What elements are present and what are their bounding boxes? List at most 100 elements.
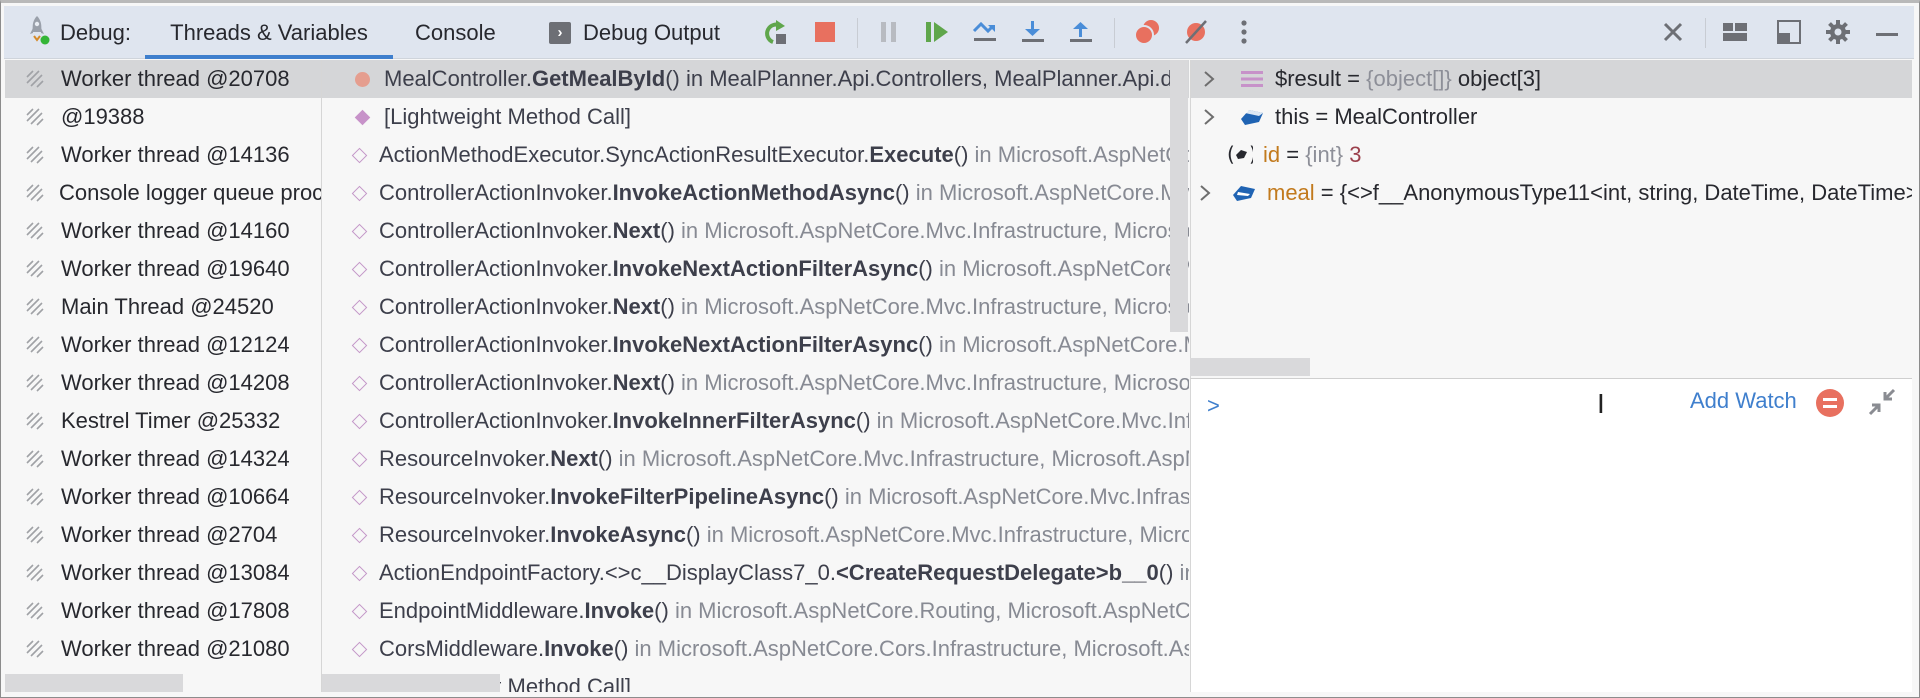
frame-row[interactable]: ControllerActionInvoker. Next() in Micros… (322, 364, 1189, 402)
frame-location: in Microsoft.AspNetCore.Mvc.Infrastructu… (915, 180, 1189, 205)
variable-row[interactable]: this = MealController (1191, 98, 1912, 136)
frame-parens: () (685, 522, 701, 547)
frame-row[interactable]: ResourceInvoker. InvokeFilterPipelineAsyn… (322, 478, 1189, 516)
svg-text:): ) (1249, 144, 1253, 166)
close-button[interactable] (1656, 17, 1690, 51)
frame-location: in Microsoft.AspNetCore.Mvc.Infrastructu… (681, 294, 1189, 319)
thread-row[interactable]: Console logger queue processing thread (5, 174, 321, 212)
svg-text:(: ( (1227, 144, 1235, 166)
watch-input-area[interactable]: > (1190, 378, 1912, 692)
thread-label: Worker thread @2704 (61, 522, 278, 547)
rerun-icon (761, 18, 789, 51)
step-out-button[interactable] (1064, 17, 1098, 51)
frame-method: Invoke (544, 636, 614, 661)
frame-row[interactable]: ControllerActionInvoker. InvokeInnerFilte… (322, 402, 1189, 440)
parameter-icon: () (1227, 144, 1253, 166)
frame-row[interactable]: ControllerActionInvoker. InvokeNextAction… (322, 250, 1189, 288)
resume-icon (925, 21, 949, 48)
frame-row[interactable]: ControllerActionInvoker. InvokeNextAction… (322, 326, 1189, 364)
frame-method: GetMealById (531, 66, 666, 91)
thread-row[interactable]: Worker thread @10664 (5, 478, 321, 516)
tab-debug-output[interactable]: › Debug Output (529, 6, 740, 59)
frame-class: ActionEndpointFactory.<>c__DisplayClass7… (379, 560, 836, 585)
tab-console[interactable]: Console (395, 6, 516, 59)
rerun-button[interactable] (758, 17, 792, 51)
frame-row[interactable]: ActionEndpointFactory.<>c__DisplayClass7… (322, 554, 1189, 592)
frame-method: InvokeFilterPipelineAsync (550, 484, 825, 509)
variable-row[interactable]: $result = {object[]} object[3] (1191, 60, 1912, 98)
frames-list: MealController. GetMealById() in MealPlan… (322, 60, 1189, 692)
variable-row[interactable]: meal = {<>f__AnonymousType11<int, string… (1191, 174, 1912, 212)
step-into-button[interactable] (1016, 17, 1050, 51)
frame-icon (351, 413, 368, 429)
add-watch-link[interactable]: Add Watch (1690, 388, 1797, 414)
frame-icon (351, 299, 368, 315)
variables-horizontal-scrollbar[interactable] (1190, 358, 1310, 376)
terminal-icon: › (549, 21, 571, 44)
thread-row[interactable]: Worker thread @14208 (5, 364, 321, 402)
frames-vertical-scrollbar[interactable] (1170, 60, 1188, 332)
expand-chevron-icon[interactable] (1199, 70, 1219, 88)
frame-row[interactable]: [Lightweight Method Call] (322, 98, 1189, 136)
thread-row[interactable]: Worker thread @12124 (5, 326, 321, 364)
thread-row[interactable]: @19388 (5, 98, 321, 136)
settings-button[interactable] (1821, 17, 1855, 51)
frame-row[interactable]: EndpointMiddleware. Invoke() in Microsoft… (322, 592, 1189, 630)
mute-breakpoints-button[interactable] (1179, 17, 1213, 51)
thread-row[interactable]: Worker thread @14136 (5, 136, 321, 174)
frame-location: in Microsoft.AspNetCore.Mvc.Infrastructu… (618, 446, 1189, 471)
frame-parens: () (918, 256, 933, 281)
variable-name: this (1275, 104, 1310, 129)
thread-row[interactable]: Worker thread @13084 (5, 554, 321, 592)
frame-row[interactable]: MealController. GetMealById() in MealPlan… (322, 60, 1189, 98)
frame-parens: () (1158, 560, 1174, 585)
frame-location: in Microsoft.AspNetCore.Mvc.Infrastructu… (876, 408, 1189, 433)
frame-row[interactable]: ActionMethodExecutor.SyncActionResultExe… (322, 136, 1189, 174)
variable-row[interactable]: () id = {int} 3 (1191, 136, 1912, 174)
frame-icon (351, 337, 368, 353)
thread-row[interactable]: Worker thread @14324 (5, 440, 321, 478)
threads-horizontal-scrollbar[interactable] (5, 674, 183, 692)
frame-method: <CreateRequestDelegate>b__0 (835, 560, 1159, 585)
thread-row[interactable]: Main Thread @24520 (5, 288, 321, 326)
stop-button[interactable] (808, 17, 842, 51)
frame-row[interactable]: ResourceInvoker. Next() in Microsoft.AspN… (322, 440, 1189, 478)
expand-chevron-icon[interactable] (1199, 184, 1211, 202)
frame-row[interactable]: ResourceInvoker. InvokeAsync() in Microso… (322, 516, 1189, 554)
frame-icon-wrap (351, 451, 368, 467)
frame-parens: () (613, 636, 629, 661)
frame-class: ResourceInvoker. (379, 446, 551, 471)
minimize-button[interactable] (1870, 17, 1904, 51)
collapse-icon (1868, 388, 1896, 420)
step-over-icon (972, 20, 998, 49)
object-icon (1239, 107, 1265, 127)
thread-row[interactable]: Worker thread @20708 (5, 60, 321, 98)
frame-row[interactable]: CorsMiddleware. Invoke() in Microsoft.Asp… (322, 630, 1189, 668)
frame-method: InvokeActionMethodAsync (612, 180, 895, 205)
step-over-button[interactable] (968, 17, 1002, 51)
frame-parens: () (855, 408, 871, 433)
frame-row[interactable]: ControllerActionInvoker. Next() in Micros… (322, 212, 1189, 250)
layout-button[interactable] (1718, 17, 1752, 51)
tab-threads-variables[interactable]: Threads & Variables (145, 6, 393, 59)
thread-row[interactable]: Worker thread @17808 (5, 592, 321, 630)
frame-icon-wrap (351, 223, 368, 239)
resume-button[interactable] (920, 17, 954, 51)
thread-row[interactable]: Worker thread @14160 (5, 212, 321, 250)
frame-row[interactable]: ControllerActionInvoker. InvokeActionMeth… (322, 174, 1189, 212)
thread-row[interactable]: Worker thread @2704 (5, 516, 321, 554)
view-breakpoints-button[interactable] (1131, 17, 1165, 51)
more-actions-button[interactable] (1227, 17, 1261, 51)
remove-watch-button[interactable] (1816, 389, 1844, 417)
thread-row[interactable]: Worker thread @21080 (5, 630, 321, 668)
thread-row[interactable]: Kestrel Timer @25332 (5, 402, 321, 440)
frame-method: Next (612, 218, 661, 243)
frame-row[interactable]: ControllerActionInvoker. Next() in Micros… (322, 288, 1189, 326)
frames-horizontal-scrollbar[interactable] (322, 674, 500, 692)
thread-row[interactable]: Worker thread @19640 (5, 250, 321, 288)
variable-equals: = (1341, 66, 1367, 91)
collapse-watch-button[interactable] (1868, 388, 1896, 416)
pause-button[interactable] (872, 17, 906, 51)
expand-chevron-icon[interactable] (1199, 108, 1219, 126)
view-mode-button[interactable] (1772, 17, 1806, 51)
